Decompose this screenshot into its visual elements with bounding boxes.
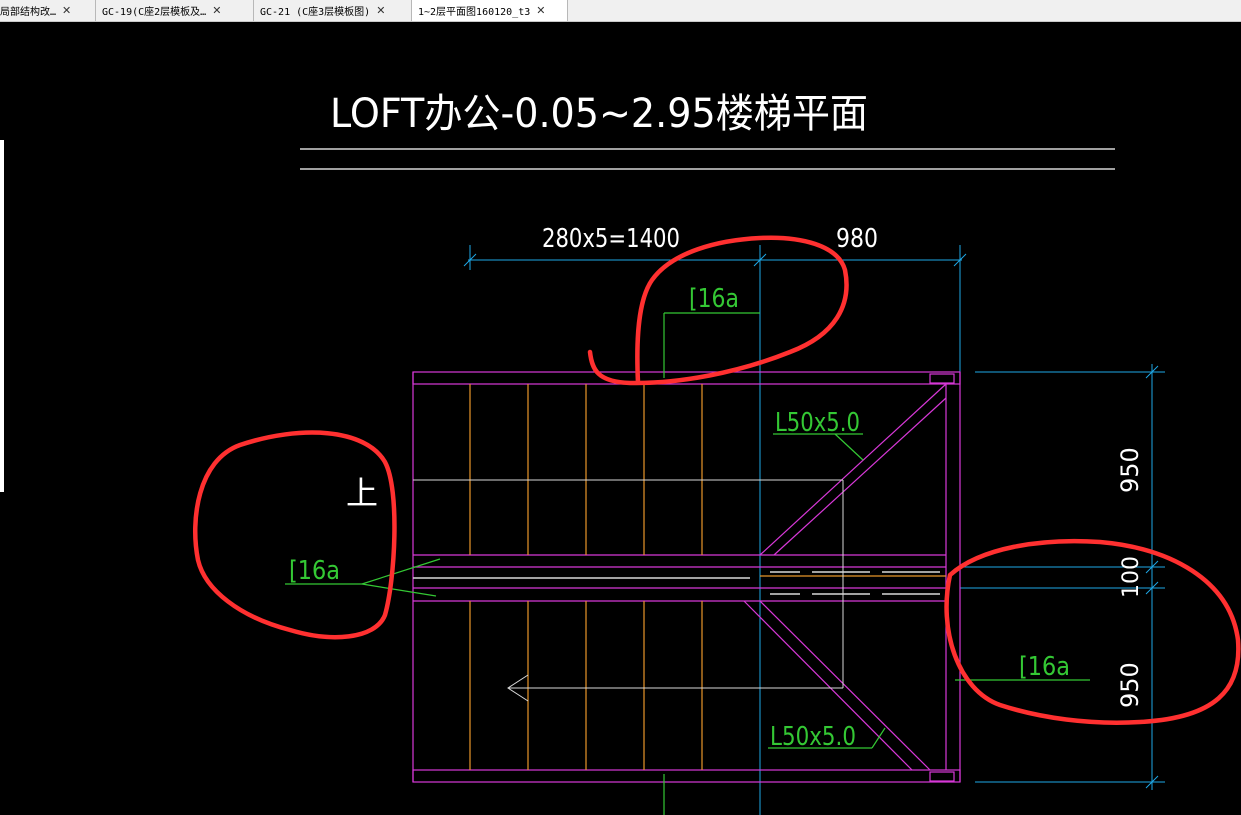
markup-circle-left [192,430,397,640]
stair-treads [469,384,946,770]
close-icon[interactable]: ✕ [62,4,71,17]
markup-circle-right [944,538,1241,725]
tab-label: GC-21 (C座3层模板图) [260,7,371,18]
label-channel-left: [16a [289,556,340,586]
dimension-right-bottom: 950 [1116,662,1144,708]
dimension-right-mid: 100 [1119,556,1144,598]
tab-floor-plan[interactable]: 1~2层平面图160120_t3 ✕ [412,0,568,21]
close-icon[interactable]: ✕ [376,4,385,17]
label-up: 上 [346,474,378,512]
tab-label: 1~2层平面图160120_t3 [418,7,531,18]
tab-gc19[interactable]: GC-19(C座2层模板及… ✕ [96,0,254,21]
stair-centerline-dashes [413,571,940,595]
top-dimension [463,245,967,815]
close-icon[interactable]: ✕ [212,4,221,17]
label-angle-bottom: L50x5.0 [770,722,856,752]
close-icon[interactable]: ✕ [536,4,545,17]
stair-direction-lines [413,479,844,702]
label-channel-right: [16a [1019,652,1070,682]
label-angle-top: L50x5.0 [775,408,860,438]
cad-drawing-canvas[interactable]: LOFT办公-0.05~2.95楼梯平面 280x5=1400 980 950 … [0,22,1241,815]
tab-label: 局部结构改… [0,7,57,18]
stair-outline [412,371,961,783]
dimension-right-top: 950 [1116,447,1144,493]
tab-label: GC-19(C座2层模板及… [102,7,207,18]
document-tab-bar: 局部结构改… ✕ GC-19(C座2层模板及… ✕ GC-21 (C座3层模板图… [0,0,1241,22]
tab-gc21[interactable]: GC-21 (C座3层模板图) ✕ [254,0,412,21]
drawing-title: LOFT办公-0.05~2.95楼梯平面 [330,91,868,137]
tab-local-structure[interactable]: 局部结构改… ✕ [0,0,96,21]
dimension-top-right: 980 [836,224,878,254]
label-channel-top: [16a [689,284,739,314]
dimension-top-left: 280x5=1400 [542,224,680,254]
